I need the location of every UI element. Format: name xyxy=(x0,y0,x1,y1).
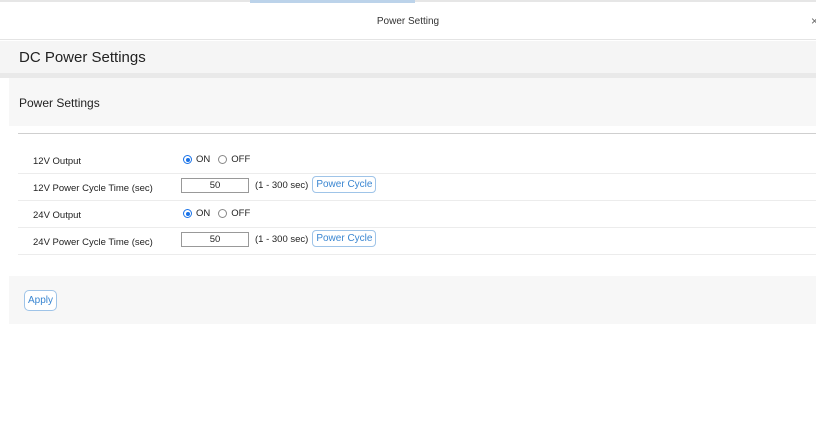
power-cycle-button-24v[interactable]: Power Cycle xyxy=(312,230,377,247)
radio-label: OFF xyxy=(231,208,251,219)
row-24v-cycle-time: 24V Power Cycle Time (sec) (1 - 300 sec)… xyxy=(18,228,816,255)
cycle-time-input-12v[interactable] xyxy=(181,177,249,193)
apply-button[interactable]: Apply xyxy=(24,290,58,311)
radio-group: ON OFF xyxy=(183,154,258,165)
cycle-controls: (1 - 300 sec) Power Cycle xyxy=(181,176,377,193)
radio-12v-on[interactable] xyxy=(183,155,192,164)
row-24v-output: 24V Output ON OFF xyxy=(18,201,816,228)
tab-strip-segment xyxy=(0,0,250,2)
radio-label: ON xyxy=(196,154,211,165)
row-label: 12V Power Cycle Time (sec) xyxy=(33,183,153,194)
radio-24v-on[interactable] xyxy=(183,209,192,218)
page-header: DC Power Settings xyxy=(0,41,816,73)
row-12v-output: 12V Output ON OFF xyxy=(18,147,816,174)
radio-label: OFF xyxy=(231,154,251,165)
row-label: 24V Power Cycle Time (sec) xyxy=(33,237,153,248)
radio-24v-off[interactable] xyxy=(218,209,228,218)
settings-form: 12V Output ON OFF 12V Power Cycle Time (… xyxy=(9,134,816,276)
cycle-time-input-24v[interactable] xyxy=(181,231,249,247)
radio-group: ON OFF xyxy=(183,208,258,219)
power-cycle-button-12v[interactable]: Power Cycle xyxy=(312,176,377,193)
row-label: 24V Output xyxy=(33,210,82,221)
close-icon[interactable]: × xyxy=(811,14,816,28)
row-12v-cycle-time: 12V Power Cycle Time (sec) (1 - 300 sec)… xyxy=(18,174,816,201)
range-hint: (1 - 300 sec) xyxy=(255,234,309,245)
dialog-title: Power Setting xyxy=(376,16,440,27)
radio-12v-off[interactable] xyxy=(218,155,228,164)
dialog-titlebar: Power Setting × xyxy=(0,4,816,40)
section-title: Power Settings xyxy=(19,96,100,110)
tab-strip-segment xyxy=(415,0,816,2)
range-hint: (1 - 300 sec) xyxy=(255,180,309,191)
active-tab-indicator xyxy=(250,0,415,3)
radio-label: ON xyxy=(196,208,211,219)
form-footer: Apply xyxy=(9,276,816,324)
cycle-controls: (1 - 300 sec) Power Cycle xyxy=(181,230,377,247)
row-label: 12V Output xyxy=(33,156,82,167)
page-title: DC Power Settings xyxy=(19,49,146,66)
section-header: Power Settings xyxy=(9,78,816,126)
